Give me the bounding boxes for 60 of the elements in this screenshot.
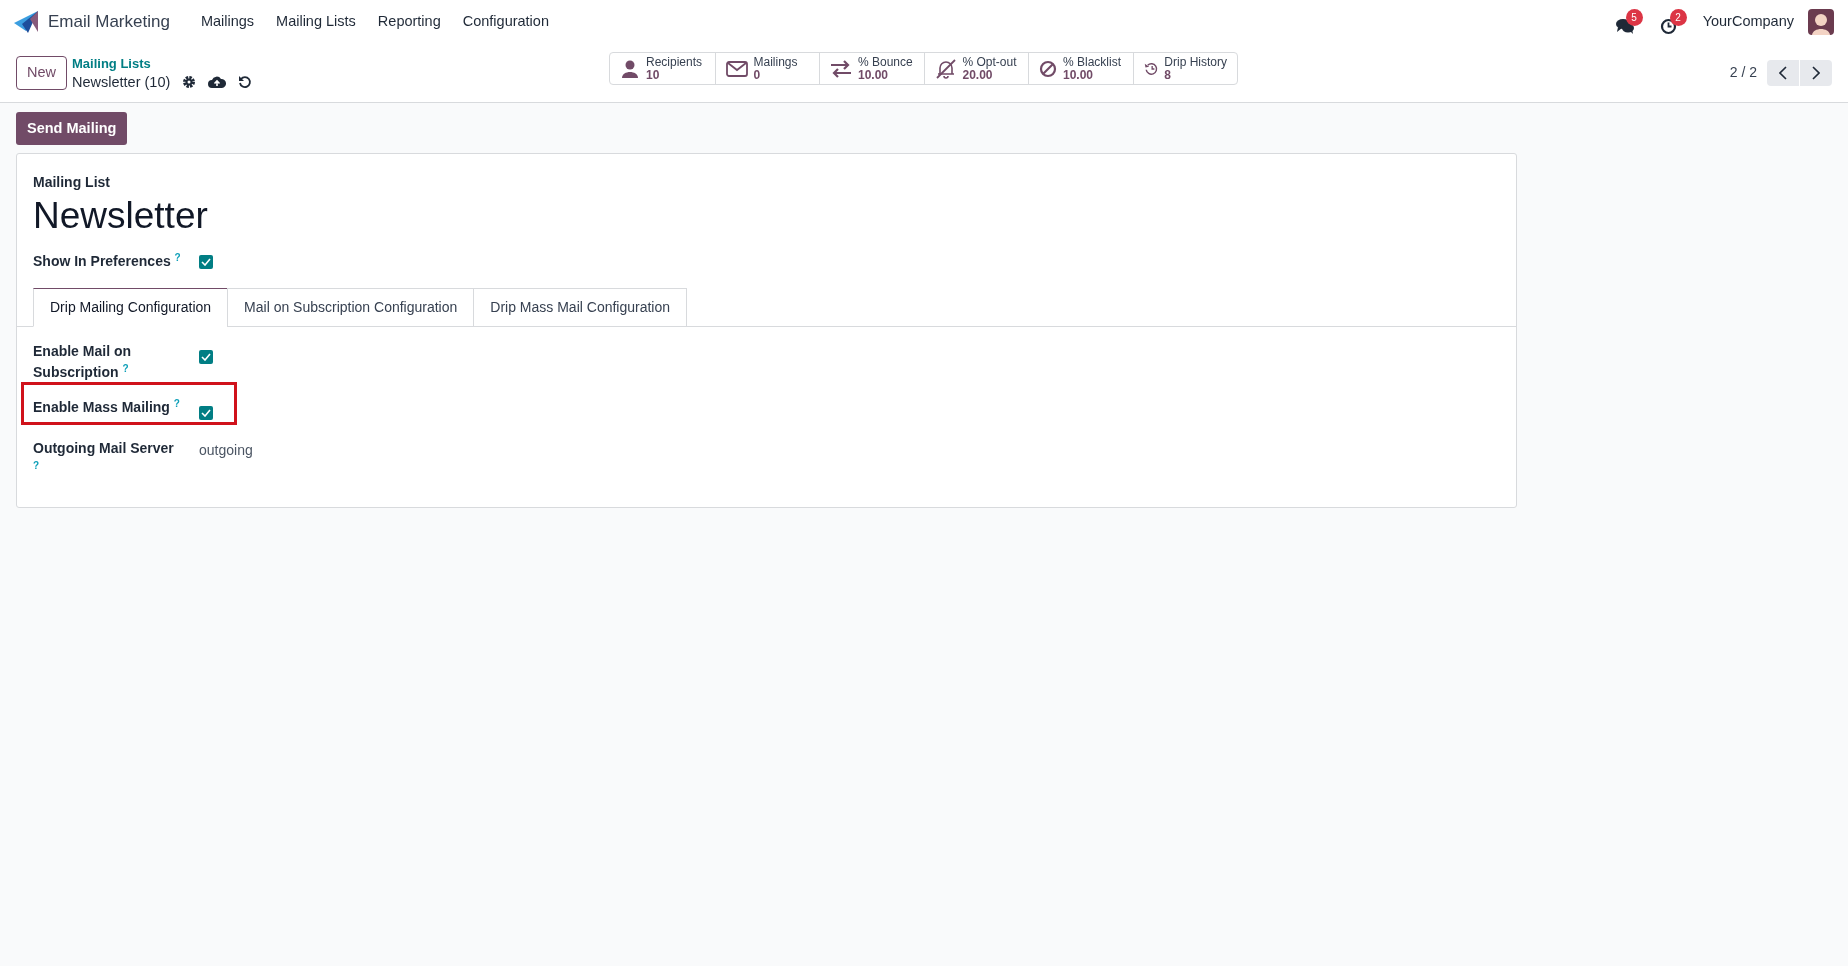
arrows-icon	[830, 59, 852, 78]
stat-value: 0	[753, 68, 761, 82]
menu-item[interactable]: Mailing Lists	[265, 4, 367, 39]
breadcrumb-link[interactable]: Mailing Lists	[72, 54, 253, 73]
next-button[interactable]	[1800, 59, 1832, 86]
field-value: outgoing	[199, 442, 253, 458]
field-caption: Mailing List	[33, 173, 111, 192]
record-name: Newsletter	[33, 194, 209, 238]
field-label: Show In Preferences $^{?}$	[33, 251, 181, 271]
stat-value: 10.00	[858, 68, 890, 82]
cloud-upload-icon	[208, 74, 227, 89]
stat-value: 20.00	[962, 68, 993, 82]
bell-off-icon	[934, 58, 957, 79]
stat-label: % Blacklist	[1063, 55, 1121, 69]
stat-value: 8	[1164, 68, 1171, 82]
count-badge: 2	[1669, 8, 1687, 26]
send-mailing-button[interactable]: Send Mailing	[16, 112, 128, 145]
undo-icon	[238, 74, 253, 89]
clock-icon	[1659, 17, 1677, 35]
tab[interactable]: Drip Mailing Configuration	[33, 288, 229, 327]
checkbox[interactable]	[199, 350, 213, 364]
stat-label: Recipients	[646, 55, 703, 69]
menu-item[interactable]: Configuration	[451, 4, 560, 39]
stat-button[interactable]: Mailings 0	[714, 53, 819, 84]
stat-value: 10	[646, 68, 660, 82]
stat-label: Mailings	[753, 55, 798, 69]
stat-button[interactable]: Recipients 10	[610, 53, 715, 84]
app-name[interactable]: Email Marketing	[48, 8, 170, 35]
chat-button[interactable]: 5	[1615, 9, 1646, 34]
stat-label: % Bounce	[858, 55, 913, 69]
count-badge: 5	[1625, 9, 1643, 26]
ban-icon	[1039, 59, 1057, 78]
stat-button[interactable]: Drip History 8	[1132, 53, 1237, 84]
envelope-icon	[725, 59, 748, 78]
tab[interactable]: Drip Mass Mail Configuration	[473, 288, 688, 327]
stat-button[interactable]: % Opt-out 20.00	[923, 53, 1028, 84]
stat-label: Drip History	[1164, 55, 1227, 69]
company-name[interactable]: YourCompany	[1702, 10, 1794, 33]
previous-button[interactable]	[1767, 59, 1799, 86]
checkbox[interactable]	[199, 406, 213, 420]
chevron-left-icon	[1779, 65, 1787, 80]
stat-button[interactable]: % Bounce 10.00	[819, 53, 924, 84]
record-title: Newsletter (10)	[72, 72, 171, 91]
stat-value: 10.00	[1063, 68, 1095, 82]
chevron-right-icon	[1812, 65, 1820, 80]
settings-icon	[182, 74, 197, 89]
field-label: Enable Mail on Subscription $^{?}$	[33, 342, 132, 382]
avatar-icon	[1808, 8, 1834, 35]
menu-item[interactable]: Reporting	[366, 4, 452, 39]
stat-button[interactable]: % Blacklist 10.00	[1028, 53, 1133, 84]
new-button[interactable]: New	[16, 55, 67, 90]
field-label: Enable Mass Mailing $^{?}$	[33, 397, 181, 417]
menu-item[interactable]: Mailings	[189, 4, 266, 39]
app-logo-icon	[14, 10, 40, 33]
stat-label: % Opt-out	[962, 55, 1017, 69]
clock-button[interactable]: 2	[1659, 8, 1689, 35]
person-icon	[620, 58, 640, 79]
checkbox[interactable]	[198, 254, 213, 269]
pager-value: 2 / 2	[1729, 63, 1757, 82]
tab[interactable]: Mail on Subscription Configuration	[227, 288, 475, 327]
